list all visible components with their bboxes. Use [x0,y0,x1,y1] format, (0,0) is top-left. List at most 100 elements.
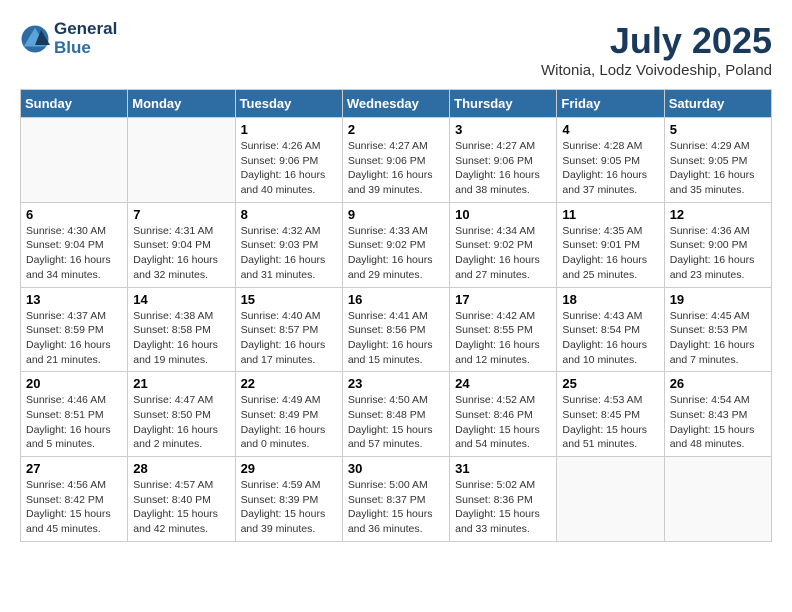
day-number: 1 [241,122,337,137]
day-info: Sunrise: 4:57 AMSunset: 8:40 PMDaylight:… [133,478,229,537]
weekday-header-row: SundayMondayTuesdayWednesdayThursdayFrid… [21,90,772,118]
day-number: 6 [26,207,122,222]
day-number: 20 [26,376,122,391]
day-info: Sunrise: 4:50 AMSunset: 8:48 PMDaylight:… [348,393,444,452]
calendar-cell: 18 Sunrise: 4:43 AMSunset: 8:54 PMDayligh… [557,287,664,372]
logo-icon [20,24,50,54]
calendar-cell: 6 Sunrise: 4:30 AMSunset: 9:04 PMDaylight… [21,202,128,287]
day-info: Sunrise: 4:43 AMSunset: 8:54 PMDaylight:… [562,309,658,368]
day-number: 2 [348,122,444,137]
calendar-cell: 3 Sunrise: 4:27 AMSunset: 9:06 PMDaylight… [450,118,557,203]
calendar-cell: 8Sunrise: 4:32 AMSunset: 9:03 PMDaylight… [235,202,342,287]
weekday-header-wednesday: Wednesday [342,90,449,118]
calendar-cell: 20 Sunrise: 4:46 AMSunset: 8:51 PMDayligh… [21,372,128,457]
weekday-header-sunday: Sunday [21,90,128,118]
calendar-cell: 29 Sunrise: 4:59 AMSunset: 8:39 PMDayligh… [235,457,342,542]
day-number: 3 [455,122,551,137]
day-number: 10 [455,207,551,222]
weekday-header-thursday: Thursday [450,90,557,118]
weekday-header-saturday: Saturday [664,90,771,118]
logo: General Blue [20,20,117,57]
day-info: Sunrise: 4:38 AMSunset: 8:58 PMDaylight:… [133,309,229,368]
day-number: 15 [241,292,337,307]
day-info: Sunrise: 4:37 AMSunset: 8:59 PMDaylight:… [26,309,122,368]
day-number: 22 [241,376,337,391]
day-info: Sunrise: 4:30 AMSunset: 9:04 PMDaylight:… [26,224,122,283]
day-number: 18 [562,292,658,307]
day-info: Sunrise: 4:26 AMSunset: 9:06 PMDaylight:… [241,139,337,198]
calendar-cell: 10 Sunrise: 4:34 AMSunset: 9:02 PMDayligh… [450,202,557,287]
day-info: Sunrise: 4:27 AMSunset: 9:06 PMDaylight:… [455,139,551,198]
title-section: July 2025 Witonia, Lodz Voivodeship, Pol… [541,20,772,79]
day-info: Sunrise: 4:29 AMSunset: 9:05 PMDaylight:… [670,139,766,198]
day-info: Sunrise: 4:47 AMSunset: 8:50 PMDaylight:… [133,393,229,452]
calendar-cell: 11 Sunrise: 4:35 AMSunset: 9:01 PMDayligh… [557,202,664,287]
calendar-week-row: 20 Sunrise: 4:46 AMSunset: 8:51 PMDayligh… [21,372,772,457]
calendar-cell: 14 Sunrise: 4:38 AMSunset: 8:58 PMDayligh… [128,287,235,372]
calendar-week-row: 1 Sunrise: 4:26 AMSunset: 9:06 PMDaylight… [21,118,772,203]
location-subtitle: Witonia, Lodz Voivodeship, Poland [541,62,772,79]
calendar-cell [557,457,664,542]
day-number: 7 [133,207,229,222]
calendar-cell: 27 Sunrise: 4:56 AMSunset: 8:42 PMDayligh… [21,457,128,542]
day-info: Sunrise: 4:40 AMSunset: 8:57 PMDaylight:… [241,309,337,368]
calendar-cell: 26 Sunrise: 4:54 AMSunset: 8:43 PMDayligh… [664,372,771,457]
day-info: Sunrise: 4:41 AMSunset: 8:56 PMDaylight:… [348,309,444,368]
day-number: 27 [26,461,122,476]
day-number: 26 [670,376,766,391]
calendar-body: 1 Sunrise: 4:26 AMSunset: 9:06 PMDaylight… [21,118,772,542]
day-info: Sunrise: 4:56 AMSunset: 8:42 PMDaylight:… [26,478,122,537]
logo-text-line2: Blue [54,39,117,58]
day-number: 11 [562,207,658,222]
day-number: 21 [133,376,229,391]
day-info: Sunrise: 4:49 AMSunset: 8:49 PMDaylight:… [241,393,337,452]
calendar-cell: 22 Sunrise: 4:49 AMSunset: 8:49 PMDayligh… [235,372,342,457]
calendar-table: SundayMondayTuesdayWednesdayThursdayFrid… [20,89,772,542]
day-info: Sunrise: 5:00 AMSunset: 8:37 PMDaylight:… [348,478,444,537]
day-info: Sunrise: 4:54 AMSunset: 8:43 PMDaylight:… [670,393,766,452]
day-info: Sunrise: 4:27 AMSunset: 9:06 PMDaylight:… [348,139,444,198]
day-number: 19 [670,292,766,307]
calendar-cell [21,118,128,203]
day-info: Sunrise: 4:59 AMSunset: 8:39 PMDaylight:… [241,478,337,537]
day-info: Sunrise: 4:35 AMSunset: 9:01 PMDaylight:… [562,224,658,283]
calendar-cell: 19 Sunrise: 4:45 AMSunset: 8:53 PMDayligh… [664,287,771,372]
calendar-cell [128,118,235,203]
day-number: 9 [348,207,444,222]
calendar-cell: 25Sunrise: 4:53 AMSunset: 8:45 PMDayligh… [557,372,664,457]
day-number: 14 [133,292,229,307]
calendar-cell: 9 Sunrise: 4:33 AMSunset: 9:02 PMDaylight… [342,202,449,287]
calendar-cell: 1 Sunrise: 4:26 AMSunset: 9:06 PMDaylight… [235,118,342,203]
day-info: Sunrise: 4:31 AMSunset: 9:04 PMDaylight:… [133,224,229,283]
day-number: 25 [562,376,658,391]
day-number: 17 [455,292,551,307]
day-number: 23 [348,376,444,391]
day-info: Sunrise: 4:33 AMSunset: 9:02 PMDaylight:… [348,224,444,283]
day-info: Sunrise: 4:42 AMSunset: 8:55 PMDaylight:… [455,309,551,368]
calendar-cell: 23 Sunrise: 4:50 AMSunset: 8:48 PMDayligh… [342,372,449,457]
day-info: Sunrise: 4:36 AMSunset: 9:00 PMDaylight:… [670,224,766,283]
calendar-header: SundayMondayTuesdayWednesdayThursdayFrid… [21,90,772,118]
day-info: Sunrise: 5:02 AMSunset: 8:36 PMDaylight:… [455,478,551,537]
calendar-cell: 2 Sunrise: 4:27 AMSunset: 9:06 PMDaylight… [342,118,449,203]
logo-text-line1: General [54,20,117,39]
weekday-header-friday: Friday [557,90,664,118]
month-year-title: July 2025 [541,20,772,62]
day-info: Sunrise: 4:45 AMSunset: 8:53 PMDaylight:… [670,309,766,368]
calendar-cell: 24Sunrise: 4:52 AMSunset: 8:46 PMDayligh… [450,372,557,457]
day-info: Sunrise: 4:34 AMSunset: 9:02 PMDaylight:… [455,224,551,283]
calendar-cell: 7 Sunrise: 4:31 AMSunset: 9:04 PMDaylight… [128,202,235,287]
day-number: 5 [670,122,766,137]
day-info: Sunrise: 4:28 AMSunset: 9:05 PMDaylight:… [562,139,658,198]
day-number: 29 [241,461,337,476]
calendar-cell: 13 Sunrise: 4:37 AMSunset: 8:59 PMDayligh… [21,287,128,372]
day-info: Sunrise: 4:52 AMSunset: 8:46 PMDaylight:… [455,393,551,452]
calendar-week-row: 13 Sunrise: 4:37 AMSunset: 8:59 PMDayligh… [21,287,772,372]
page-header: General Blue July 2025 Witonia, Lodz Voi… [20,20,772,79]
calendar-cell: 16Sunrise: 4:41 AMSunset: 8:56 PMDayligh… [342,287,449,372]
day-info: Sunrise: 4:46 AMSunset: 8:51 PMDaylight:… [26,393,122,452]
day-info: Sunrise: 4:32 AMSunset: 9:03 PMDaylight:… [241,224,337,283]
day-number: 30 [348,461,444,476]
calendar-cell: 5 Sunrise: 4:29 AMSunset: 9:05 PMDaylight… [664,118,771,203]
day-number: 13 [26,292,122,307]
